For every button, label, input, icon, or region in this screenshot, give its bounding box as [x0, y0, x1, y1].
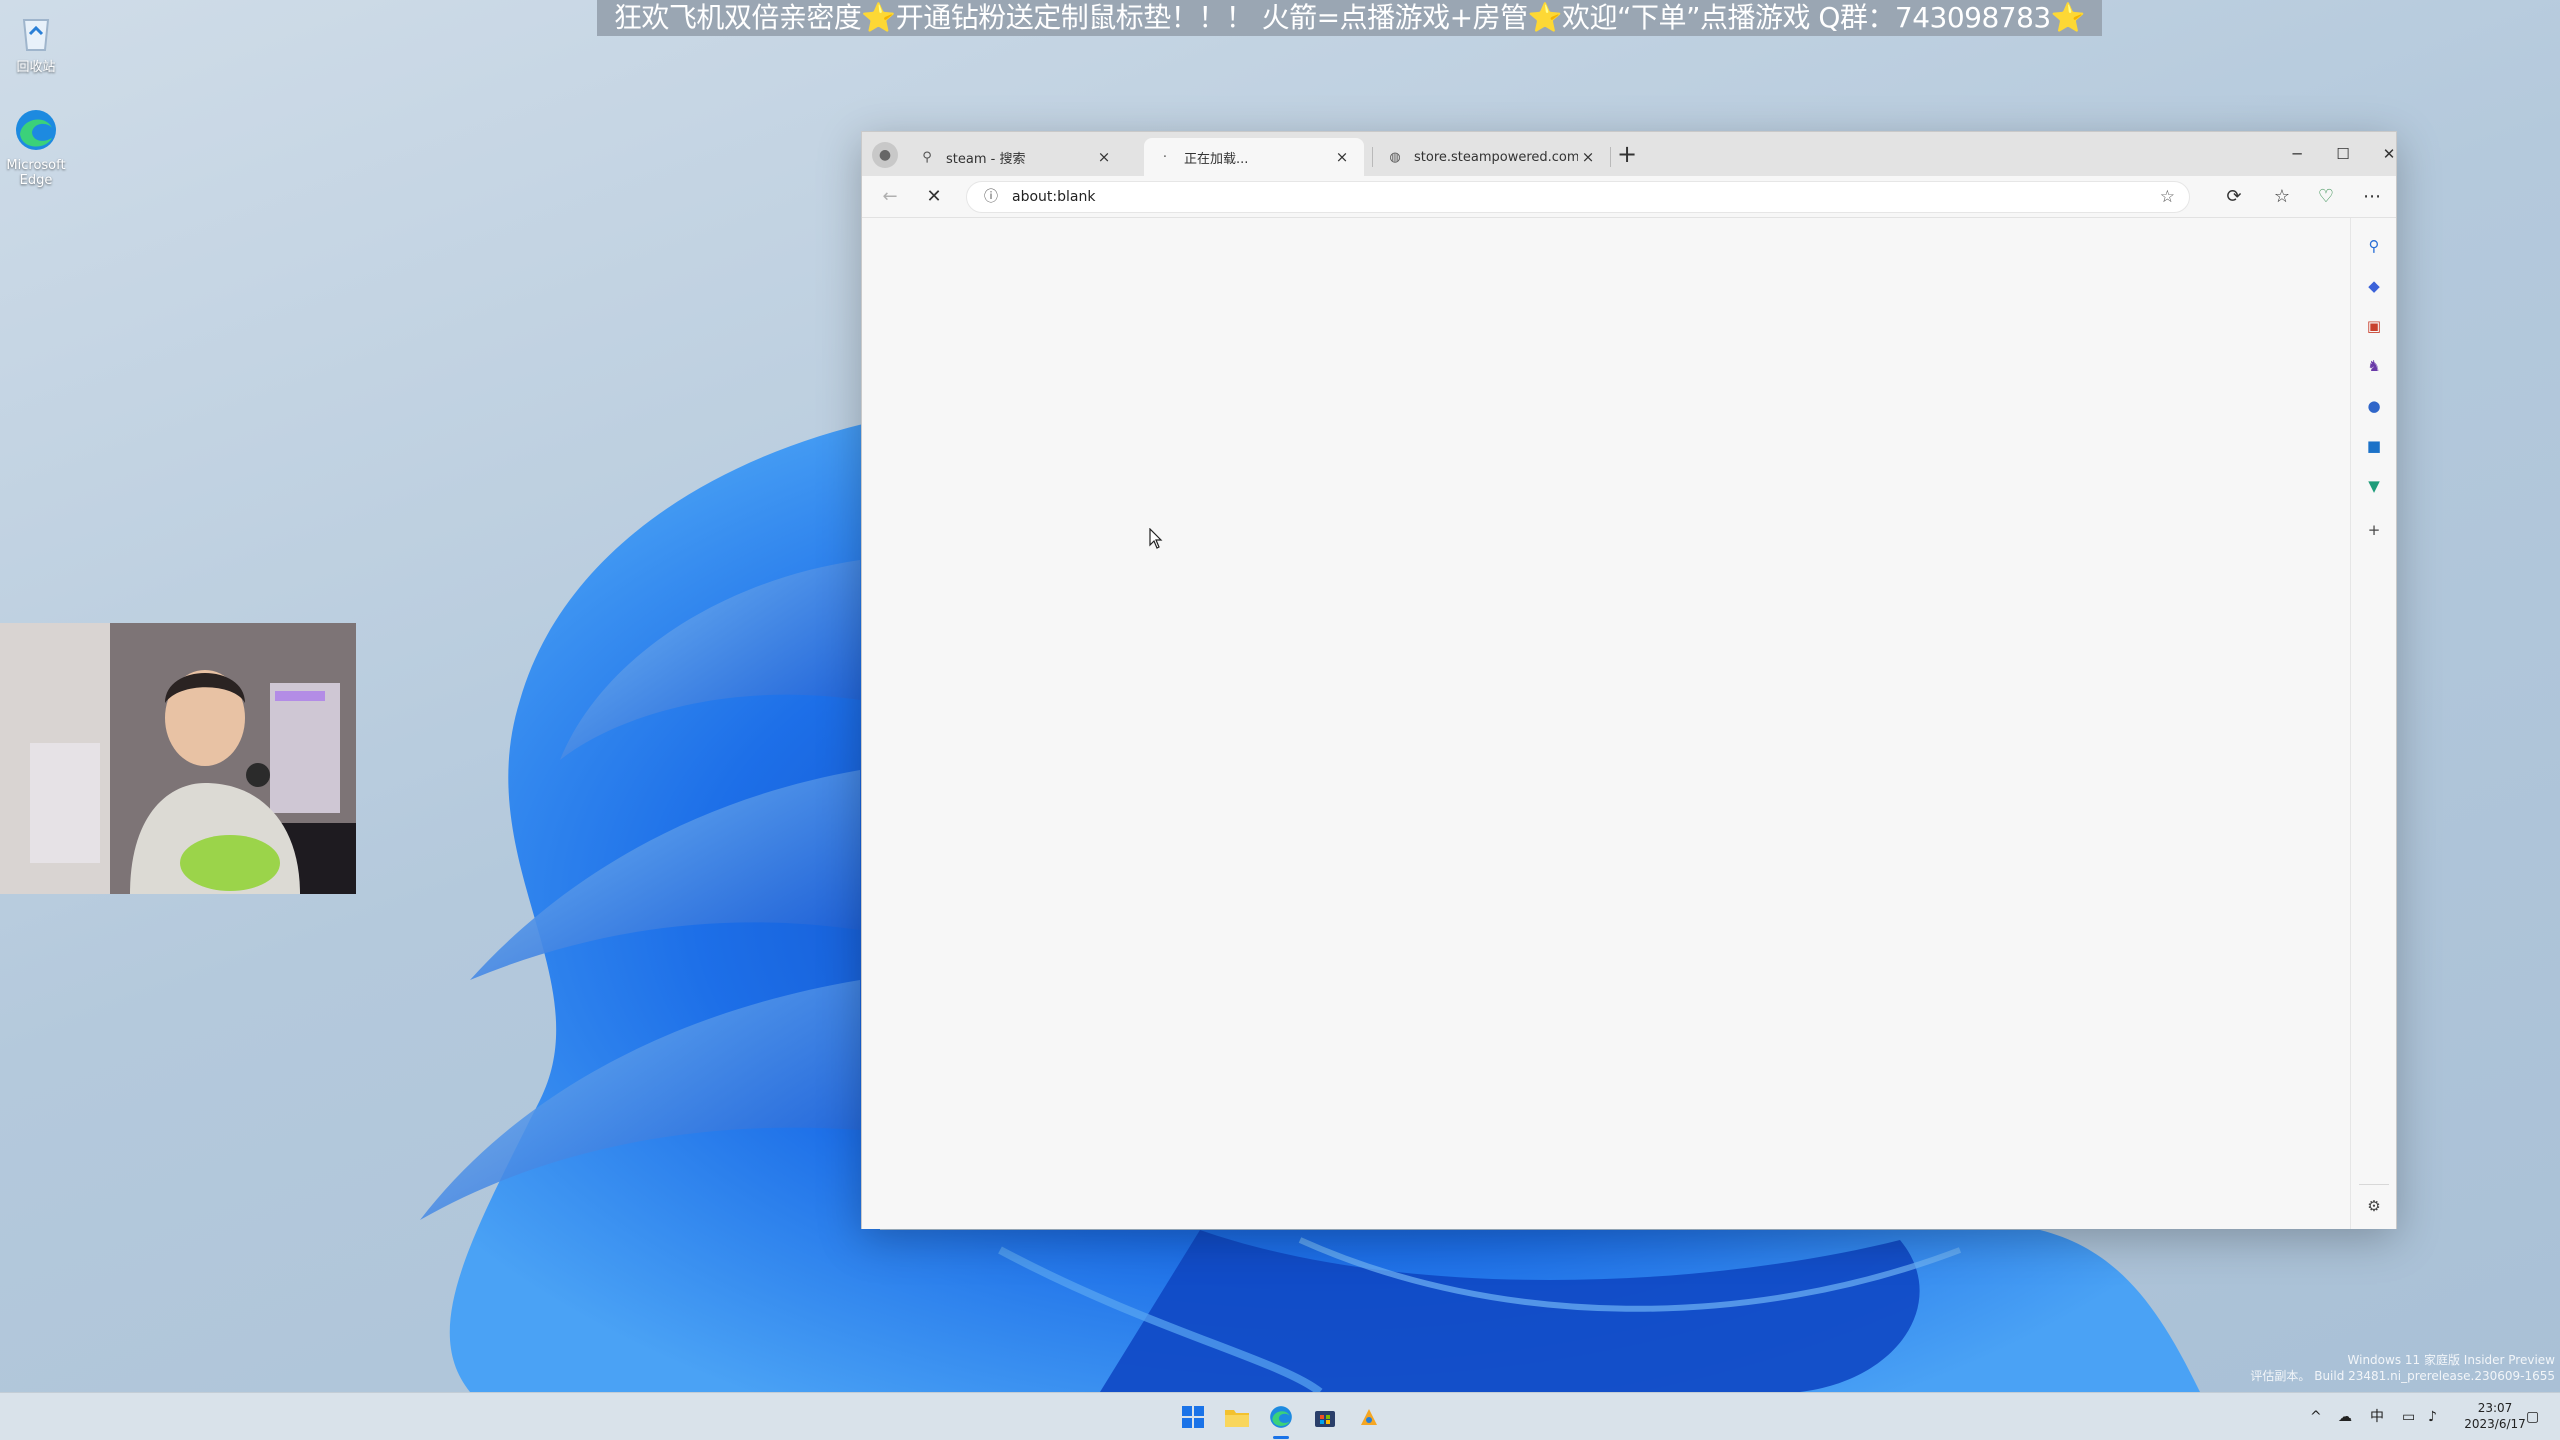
edge-icon [1270, 1406, 1292, 1428]
browser-essentials-button[interactable]: ♡ [2312, 183, 2340, 211]
browser-toolbar: ← ✕ ⓘ about:blank ☆ ⟳ ☆ ♡ ⋯ [862, 176, 2396, 218]
tools-icon[interactable]: ▣ [2362, 314, 2386, 338]
new-tab-button[interactable]: + [1614, 142, 1640, 168]
start-button[interactable] [1177, 1401, 1209, 1433]
notifications-icon[interactable]: ▢ [2526, 1407, 2539, 1427]
desktop-icon-label: 回收站 [16, 60, 56, 75]
sidebar-divider [2359, 1184, 2389, 1185]
edge-sidebar: ⚲ ◆ ▣ ♞ ● ■ ▼ + ⚙ [2350, 218, 2396, 1229]
stop-loading-button[interactable]: ✕ [920, 183, 948, 211]
tab-separator [1372, 147, 1373, 167]
watermark-line-1: Windows 11 家庭版 Insider Preview [2347, 1353, 2555, 1367]
page-content[interactable] [862, 218, 2350, 1229]
volume-icon[interactable]: ♪ [2428, 1407, 2437, 1427]
desktop-icon-recycle-bin[interactable]: 回收站 [0, 8, 72, 75]
profile-icon: ● [878, 147, 892, 163]
clock-time: 23:07 [2477, 1401, 2513, 1415]
clock-date: 2023/6/17 [2464, 1417, 2526, 1431]
tab-close-button[interactable]: × [1094, 147, 1114, 167]
taskbar: ^ ☁ 中 ▭ ♪ 23:07 2023/6/17 ▢ [0, 1392, 2560, 1440]
settings-icon[interactable]: ⚙ [2362, 1194, 2386, 1218]
tab-steam-search[interactable]: ⚲ steam - 搜索 × [906, 138, 1126, 176]
desktop-icon-edge[interactable]: Microsoft Edge [0, 106, 72, 188]
games-icon[interactable]: ♞ [2362, 354, 2386, 378]
tab-separator [1610, 147, 1611, 167]
tab-label: store.steampowered.com [1414, 149, 1578, 165]
webcam-feed [0, 623, 356, 894]
profile-button[interactable]: ● [872, 142, 898, 168]
close-window-button[interactable]: ✕ [2374, 140, 2404, 168]
tab-steam-store[interactable]: ◍ store.steampowered.com × [1374, 138, 1610, 176]
onedrive-icon[interactable]: ☁ [2338, 1407, 2352, 1427]
store-icon [1315, 1411, 1335, 1427]
stream-banner: 狂欢飞机双倍亲密度⭐开通钻粉送定制鼠标垫！！！ 火箭=点播游戏+房管⭐欢迎“下单… [597, 0, 2102, 36]
loading-icon: · [1162, 149, 1168, 165]
tab-label: 正在加载... [1184, 151, 1249, 167]
desktop-icon-label: Microsoft Edge [6, 158, 66, 188]
windows-watermark: Windows 11 家庭版 Insider Preview 评估副本。 Bui… [2250, 1352, 2555, 1384]
taskbar-clock[interactable]: 23:07 2023/6/17 [2455, 1400, 2535, 1432]
tab-strip: ● ⚲ steam - 搜索 × · 正在加载... × ◍ store.ste… [862, 132, 2396, 176]
webcam-overlay [0, 623, 356, 894]
tray-chevron[interactable]: ^ [2310, 1407, 2322, 1427]
recycle-bin-icon [22, 19, 50, 51]
search-icon: ⚲ [922, 149, 932, 165]
live-app-icon [1361, 1409, 1377, 1425]
watermark-line-2: 评估副本。 Build 23481.ni_prerelease.230609-1… [2250, 1369, 2555, 1383]
active-app-indicator [1273, 1436, 1289, 1439]
extensions-button[interactable]: ⟳ [2220, 183, 2248, 211]
info-icon[interactable]: ⓘ [981, 187, 1001, 207]
back-button[interactable]: ← [876, 183, 904, 211]
edge-icon [16, 110, 56, 150]
favorites-button[interactable]: ☆ [2268, 183, 2296, 211]
drop-icon[interactable]: ▼ [2362, 474, 2386, 498]
maximize-button[interactable]: ☐ [2328, 140, 2358, 168]
live-app-button[interactable] [1353, 1401, 1385, 1433]
network-icon[interactable]: ▭ [2402, 1407, 2415, 1427]
file-explorer-icon [1225, 1410, 1249, 1427]
file-explorer-button[interactable] [1221, 1401, 1253, 1433]
tab-close-button[interactable]: × [1578, 147, 1598, 167]
outlook-icon[interactable]: ■ [2362, 434, 2386, 458]
browser-window: ● ⚲ steam - 搜索 × · 正在加载... × ◍ store.ste… [861, 131, 2397, 1229]
tab-label: steam - 搜索 [946, 151, 1026, 167]
favorite-star-icon[interactable]: ☆ [2160, 184, 2175, 210]
store-button[interactable] [1309, 1401, 1341, 1433]
address-url: about:blank [1012, 189, 1096, 205]
shopping-tag-icon[interactable]: ◆ [2362, 274, 2386, 298]
tab-loading[interactable]: · 正在加载... × [1144, 138, 1364, 176]
steam-icon: ◍ [1389, 149, 1401, 165]
add-icon[interactable]: + [2362, 518, 2386, 542]
microsoft-365-icon[interactable]: ● [2362, 394, 2386, 418]
tab-close-button[interactable]: × [1332, 147, 1352, 167]
address-bar[interactable]: ⓘ about:blank ☆ [966, 181, 2190, 213]
minimize-button[interactable]: ─ [2282, 140, 2312, 168]
input-language[interactable]: 中 [2370, 1407, 2384, 1427]
search-icon[interactable]: ⚲ [2362, 234, 2386, 258]
mouse-cursor-icon [1149, 528, 1163, 549]
start-icon [1182, 1406, 1204, 1428]
edge-taskbar-button[interactable] [1265, 1401, 1297, 1433]
more-button[interactable]: ⋯ [2358, 183, 2386, 211]
